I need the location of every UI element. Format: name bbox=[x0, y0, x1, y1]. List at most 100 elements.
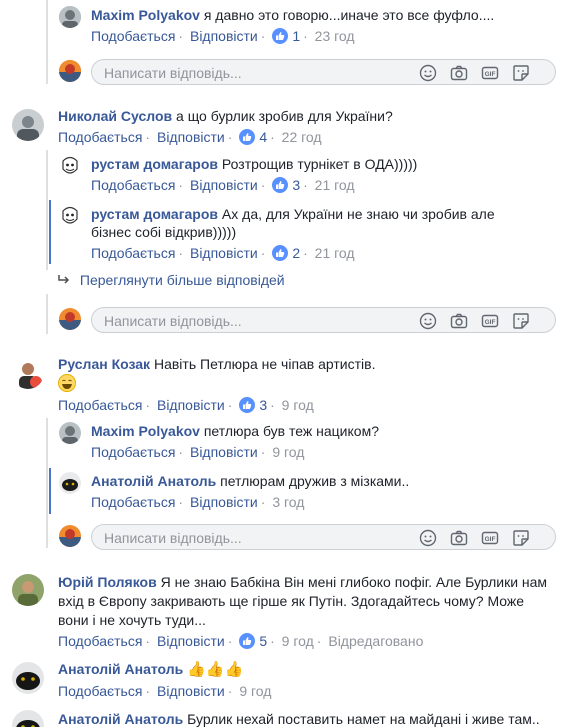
comment-text: Руслан Козак Навіть Петлюра не чіпав арт… bbox=[58, 356, 376, 372]
comment-author[interactable]: Maxim Polyakov bbox=[91, 423, 200, 439]
avatar[interactable] bbox=[59, 422, 81, 444]
avatar[interactable] bbox=[59, 6, 81, 28]
avatar[interactable] bbox=[59, 155, 81, 177]
smiley-icon[interactable] bbox=[419, 64, 437, 82]
svg-text:GIF: GIF bbox=[485, 319, 496, 326]
like-button[interactable]: Подобається bbox=[91, 245, 175, 261]
comment-actions: Подобається · Відповісти · 4 · 22 год bbox=[58, 129, 322, 145]
reply-button[interactable]: Відповісти bbox=[190, 245, 258, 261]
like-count-icon bbox=[239, 397, 256, 413]
timestamp[interactable]: 9 год bbox=[282, 633, 314, 649]
thumbs-up-emoji-icon: 👍👍👍 bbox=[187, 661, 244, 678]
reply-button[interactable]: Відповісти bbox=[157, 397, 225, 413]
comment-text: Юрій Поляков Я не знаю Бабкіна Він мені … bbox=[58, 574, 548, 590]
sticker-icon[interactable] bbox=[512, 64, 530, 82]
comment-text-line: вхід в Європу закривають ще гірше як Пут… bbox=[58, 593, 525, 609]
comment-actions: Подобається · Відповісти · 9 год bbox=[91, 444, 305, 460]
reply-input[interactable]: Написати відповідь... GIF bbox=[91, 524, 556, 550]
like-button[interactable]: Подобається bbox=[91, 177, 175, 193]
avatar[interactable] bbox=[12, 662, 44, 694]
emoji-line bbox=[58, 374, 76, 392]
edited-label[interactable]: Відредаговано bbox=[328, 633, 423, 649]
like-count[interactable]: 1 bbox=[292, 28, 300, 44]
avatar[interactable] bbox=[59, 205, 81, 227]
thread-line bbox=[46, 294, 48, 334]
smiley-icon[interactable] bbox=[419, 529, 437, 547]
more-replies-link[interactable]: Переглянути більше відповідей bbox=[58, 271, 285, 289]
avatar bbox=[59, 525, 81, 547]
timestamp[interactable]: 3 год bbox=[272, 494, 304, 510]
comment-author[interactable]: рустам домагаров bbox=[91, 156, 218, 172]
like-button[interactable]: Подобається bbox=[58, 683, 142, 699]
timestamp[interactable]: 21 год bbox=[315, 245, 355, 261]
comment-author[interactable]: Юрій Поляков bbox=[58, 574, 157, 590]
like-count-icon bbox=[239, 633, 256, 649]
comment-author[interactable]: Анатолій Анатоль bbox=[91, 473, 216, 489]
avatar[interactable] bbox=[12, 574, 44, 606]
comment-text: Maxim Polyakov я давно это говорю...инач… bbox=[91, 7, 495, 23]
sticker-icon[interactable] bbox=[512, 312, 530, 330]
like-count-icon bbox=[272, 28, 289, 44]
like-button[interactable]: Подобається bbox=[58, 129, 142, 145]
camera-icon[interactable] bbox=[450, 64, 468, 82]
highlight-bar bbox=[49, 200, 51, 264]
like-count[interactable]: 4 bbox=[259, 129, 267, 145]
timestamp[interactable]: 21 год bbox=[315, 177, 355, 193]
comment-text: Анатолій Анатоль петлюрам дружив з мізка… bbox=[91, 473, 410, 489]
sticker-icon[interactable] bbox=[512, 529, 530, 547]
like-button[interactable]: Подобається bbox=[91, 494, 175, 510]
smiley-icon[interactable] bbox=[419, 312, 437, 330]
comment-author[interactable]: Анатолій Анатоль bbox=[58, 711, 183, 727]
reply-placeholder: Написати відповідь... bbox=[104, 65, 242, 81]
comment-text: Николай Суслов а що бурлик зробив для Ук… bbox=[58, 108, 393, 124]
reply-button[interactable]: Відповісти bbox=[157, 129, 225, 145]
timestamp[interactable]: 9 год bbox=[239, 683, 271, 699]
reply-button[interactable]: Відповісти bbox=[157, 633, 225, 649]
timestamp[interactable]: 9 год bbox=[282, 397, 314, 413]
reply-button[interactable]: Відповісти bbox=[190, 177, 258, 193]
like-count[interactable]: 3 bbox=[292, 177, 300, 193]
comment-text: Maxim Polyakov петлюра був теж нациком? bbox=[91, 423, 379, 439]
gif-icon[interactable]: GIF bbox=[481, 312, 499, 330]
avatar[interactable] bbox=[12, 710, 44, 727]
camera-icon[interactable] bbox=[450, 529, 468, 547]
timestamp[interactable]: 9 год bbox=[272, 444, 304, 460]
more-replies-label[interactable]: Переглянути більше відповідей bbox=[80, 272, 285, 288]
thread-line bbox=[46, 150, 48, 270]
timestamp[interactable]: 22 год bbox=[282, 129, 322, 145]
reply-placeholder: Написати відповідь... bbox=[104, 313, 242, 329]
timestamp[interactable]: 23 год bbox=[315, 28, 355, 44]
comment-actions: Подобається · Відповісти · 3 год bbox=[91, 494, 305, 510]
like-button[interactable]: Подобається bbox=[58, 397, 142, 413]
svg-text:GIF: GIF bbox=[485, 71, 496, 78]
reply-button[interactable]: Відповісти bbox=[190, 494, 258, 510]
reply-input[interactable]: Написати відповідь... GIF bbox=[91, 59, 556, 85]
like-count[interactable]: 3 bbox=[259, 397, 267, 413]
like-button[interactable]: Подобається bbox=[91, 444, 175, 460]
avatar[interactable] bbox=[59, 472, 81, 494]
gif-icon[interactable]: GIF bbox=[481, 64, 499, 82]
reply-button[interactable]: Відповісти bbox=[157, 683, 225, 699]
svg-text:GIF: GIF bbox=[485, 536, 496, 543]
comment-text: Анатолій Анатоль 👍👍👍 bbox=[58, 660, 243, 679]
comment-text: рустам домагаров Ах да, для України не з… bbox=[91, 206, 495, 222]
comment-text: рустам домагаров Розтрощив турнікет в ОД… bbox=[91, 156, 418, 172]
comment-author[interactable]: Анатолій Анатоль bbox=[58, 661, 183, 677]
like-count[interactable]: 5 bbox=[259, 633, 267, 649]
like-button[interactable]: Подобається bbox=[58, 633, 142, 649]
avatar[interactable] bbox=[12, 357, 44, 389]
reply-button[interactable]: Відповісти bbox=[190, 28, 258, 44]
comment-text-line: вони і не хочуть туди... bbox=[58, 612, 206, 628]
like-count[interactable]: 2 bbox=[292, 245, 300, 261]
like-button[interactable]: Подобається bbox=[91, 28, 175, 44]
reply-input[interactable]: Написати відповідь... GIF bbox=[91, 307, 556, 333]
thread-line bbox=[46, 418, 48, 548]
comment-author[interactable]: рустам домагаров bbox=[91, 206, 218, 222]
comment-author[interactable]: Руслан Козак bbox=[58, 356, 150, 372]
gif-icon[interactable]: GIF bbox=[481, 529, 499, 547]
comment-author[interactable]: Maxim Polyakov bbox=[91, 7, 200, 23]
reply-button[interactable]: Відповісти bbox=[190, 444, 258, 460]
comment-author[interactable]: Николай Суслов bbox=[58, 108, 172, 124]
camera-icon[interactable] bbox=[450, 312, 468, 330]
avatar[interactable] bbox=[12, 109, 44, 141]
